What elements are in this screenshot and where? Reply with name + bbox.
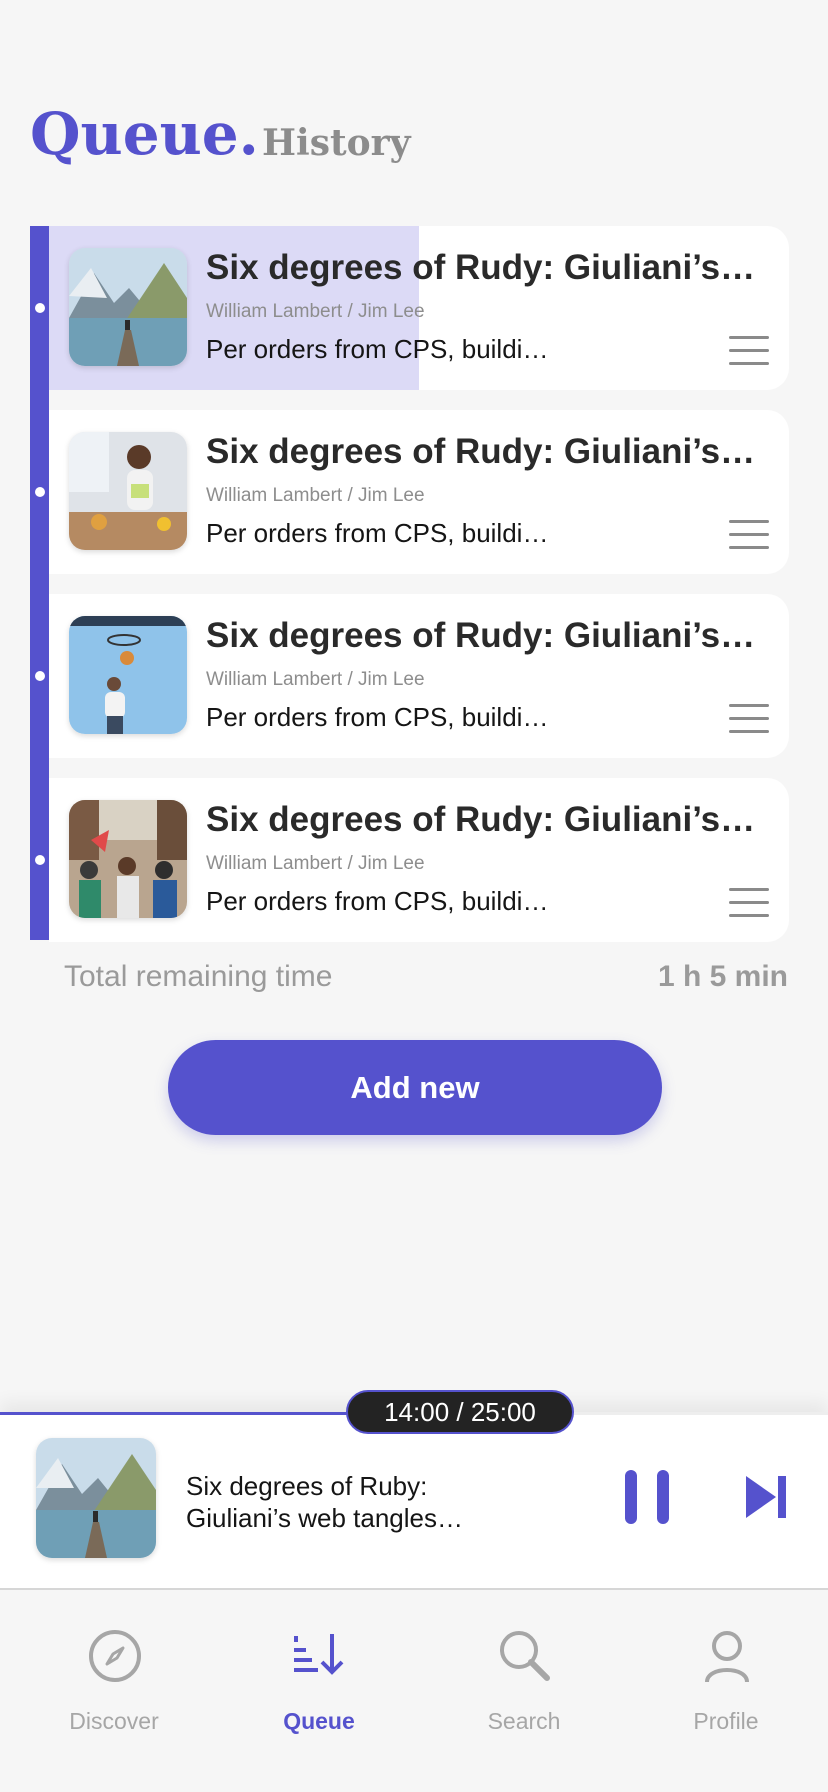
drag-handle-icon[interactable] bbox=[729, 704, 769, 734]
total-remaining-label: Total remaining time bbox=[64, 960, 333, 993]
mountain-lake-image bbox=[36, 1438, 156, 1558]
drag-handle-icon[interactable] bbox=[729, 520, 769, 550]
pause-icon[interactable] bbox=[625, 1470, 669, 1524]
woman-kitchen-image bbox=[69, 432, 187, 550]
nav-label: Queue bbox=[283, 1708, 355, 1734]
episode-thumbnail bbox=[69, 800, 187, 918]
profile-icon bbox=[705, 1631, 749, 1683]
episode-authors: William Lambert / Jim Lee bbox=[206, 853, 425, 874]
timeline-dot bbox=[35, 303, 45, 313]
tab-history[interactable]: History bbox=[262, 122, 410, 164]
episode-title: Six degrees of Rudy: Giuliani’s… bbox=[206, 432, 756, 471]
nav-discover[interactable]: Discover bbox=[39, 1590, 189, 1770]
nav-label: Search bbox=[487, 1708, 561, 1734]
episode-authors: William Lambert / Jim Lee bbox=[206, 301, 425, 322]
episode-thumbnail bbox=[69, 248, 187, 366]
nav-profile[interactable]: Profile bbox=[651, 1590, 801, 1770]
episode-description: Per orders from CPS, buildi… bbox=[206, 886, 549, 916]
mountain-lake-image bbox=[69, 248, 187, 366]
player-thumbnail bbox=[36, 1438, 156, 1558]
queue-item-3[interactable]: Six degrees of Rudy: Giuliani’s… William… bbox=[49, 594, 789, 758]
nav-label: Profile bbox=[693, 1708, 759, 1734]
episode-description: Per orders from CPS, buildi… bbox=[206, 518, 549, 548]
queue-sort-icon bbox=[294, 1634, 344, 1675]
basketball-player-image bbox=[69, 616, 187, 734]
compass-icon bbox=[89, 1630, 141, 1682]
episode-description: Per orders from CPS, buildi… bbox=[206, 334, 549, 364]
episode-thumbnail bbox=[69, 432, 187, 550]
episode-authors: William Lambert / Jim Lee bbox=[206, 485, 425, 506]
bottom-nav: Discover Queue Search Profile bbox=[0, 1588, 828, 1792]
drag-handle-icon[interactable] bbox=[729, 888, 769, 918]
timeline-dot bbox=[35, 671, 45, 681]
skip-next-icon[interactable] bbox=[744, 1474, 788, 1520]
tab-queue[interactable]: Queue. bbox=[30, 100, 259, 168]
nav-label: Discover bbox=[69, 1708, 159, 1734]
episode-title: Six degrees of Rudy: Giuliani’s… bbox=[206, 248, 756, 287]
playback-time: 14:00 / 25:00 bbox=[346, 1390, 574, 1434]
search-icon bbox=[500, 1631, 550, 1681]
timeline-dot bbox=[35, 855, 45, 865]
timeline-dot bbox=[35, 487, 45, 497]
add-new-button[interactable]: Add new bbox=[168, 1040, 662, 1135]
queue-timeline bbox=[30, 226, 49, 940]
street-crowd-image bbox=[69, 800, 187, 918]
episode-description: Per orders from CPS, buildi… bbox=[206, 702, 549, 732]
mini-player[interactable]: Six degrees of Ruby: Giuliani’s web tang… bbox=[0, 1412, 828, 1588]
episode-thumbnail bbox=[69, 616, 187, 734]
queue-item-4[interactable]: Six degrees of Rudy: Giuliani’s… William… bbox=[49, 778, 789, 942]
total-remaining-value: 1 h 5 min bbox=[657, 960, 788, 993]
drag-handle-icon[interactable] bbox=[729, 336, 769, 366]
queue-item-1[interactable]: Six degrees of Rudy: Giuliani’s… William… bbox=[49, 226, 789, 390]
nav-search[interactable]: Search bbox=[449, 1590, 599, 1770]
player-episode-title: Six degrees of Ruby: Giuliani’s web tang… bbox=[186, 1471, 463, 1533]
episode-title: Six degrees of Rudy: Giuliani’s… bbox=[206, 616, 756, 655]
nav-queue[interactable]: Queue bbox=[244, 1590, 394, 1770]
episode-authors: William Lambert / Jim Lee bbox=[206, 669, 425, 690]
queue-item-2[interactable]: Six degrees of Rudy: Giuliani’s… William… bbox=[49, 410, 789, 574]
episode-title: Six degrees of Rudy: Giuliani’s… bbox=[206, 800, 756, 839]
